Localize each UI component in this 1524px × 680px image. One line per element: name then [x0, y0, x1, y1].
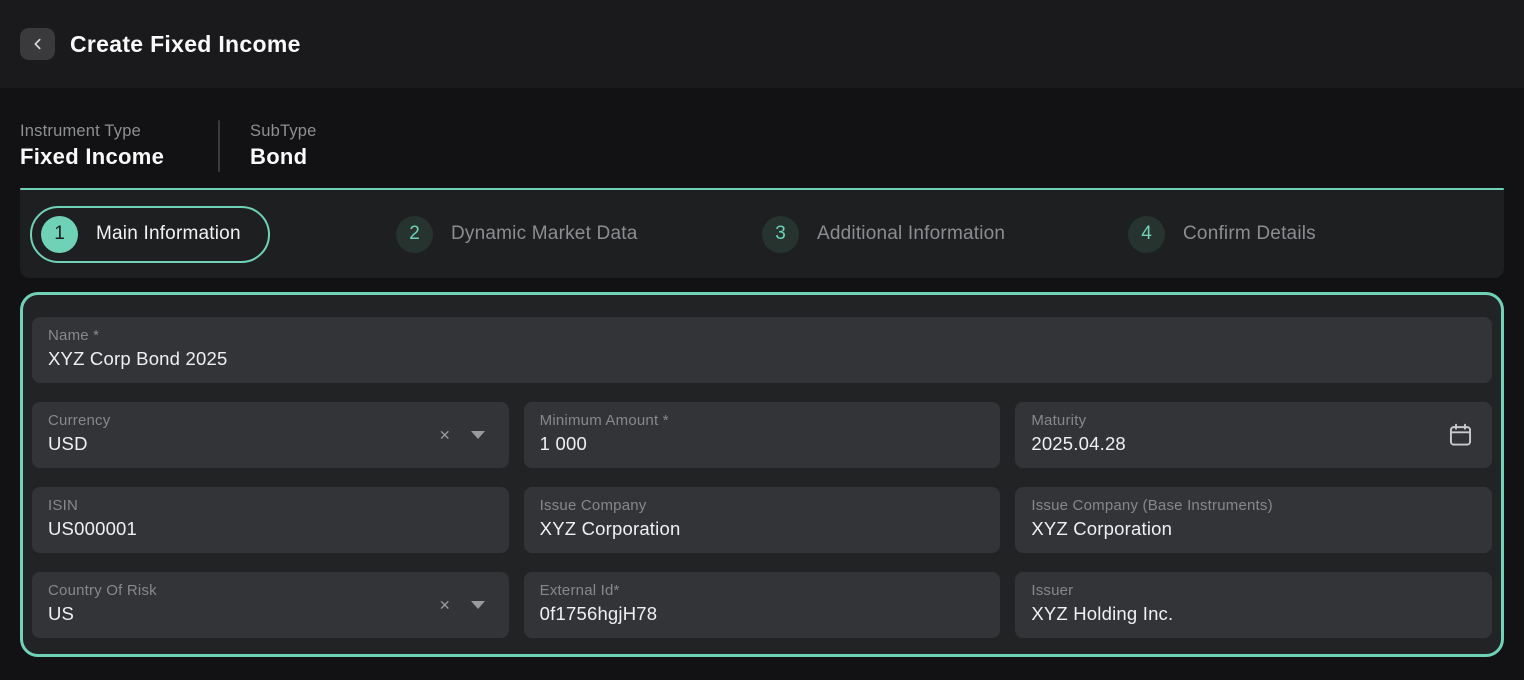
step-confirm-details[interactable]: 4 Confirm Details [1128, 216, 1316, 253]
issue-company-base-field[interactable]: Issue Company (Base Instruments) XYZ Cor… [1015, 487, 1492, 553]
clear-icon[interactable]: ✕ [439, 428, 451, 442]
chevron-down-icon[interactable] [471, 601, 485, 609]
country-of-risk-label: Country Of Risk [48, 582, 493, 599]
vertical-divider [218, 120, 220, 172]
main-information-form: Name * XYZ Corp Bond 2025 Currency USD ✕… [20, 292, 1504, 657]
step-main-information[interactable]: 1 Main Information [30, 206, 270, 263]
issuer-label: Issuer [1031, 582, 1476, 599]
issue-company-base-label: Issue Company (Base Instruments) [1031, 497, 1476, 514]
step-number-badge: 4 [1128, 216, 1165, 253]
clear-icon[interactable]: ✕ [439, 598, 451, 612]
step-number-badge: 1 [41, 216, 78, 253]
back-button[interactable] [20, 28, 55, 60]
currency-label: Currency [48, 412, 493, 429]
subtype-value: Bond [250, 144, 317, 170]
instrument-type-bar: Instrument Type Fixed Income SubType Bon… [0, 88, 1524, 188]
isin-field[interactable]: ISIN US000001 [32, 487, 509, 553]
step-label: Additional Information [817, 223, 1005, 245]
external-id-field[interactable]: External Id* 0f1756hgjH78 [524, 572, 1001, 638]
issuer-value: XYZ Holding Inc. [1031, 603, 1476, 625]
maturity-value: 2025.04.28 [1031, 433, 1476, 455]
subtype: SubType Bond [250, 122, 317, 170]
calendar-icon[interactable] [1447, 422, 1474, 449]
chevron-down-icon[interactable] [471, 431, 485, 439]
step-label: Confirm Details [1183, 223, 1316, 245]
stepper: 1 Main Information 2 Dynamic Market Data… [20, 190, 1504, 278]
header: Create Fixed Income [0, 0, 1524, 88]
step-label: Main Information [96, 223, 241, 245]
name-field-value: XYZ Corp Bond 2025 [48, 348, 1476, 370]
step-dynamic-market-data[interactable]: 2 Dynamic Market Data [396, 216, 637, 253]
isin-value: US000001 [48, 518, 493, 540]
external-id-label: External Id* [540, 582, 985, 599]
minimum-amount-label: Minimum Amount * [540, 412, 985, 429]
minimum-amount-value: 1 000 [540, 433, 985, 455]
step-number-badge: 2 [396, 216, 433, 253]
instrument-type-label: Instrument Type [20, 122, 188, 141]
issue-company-label: Issue Company [540, 497, 985, 514]
isin-label: ISIN [48, 497, 493, 514]
instrument-type-value: Fixed Income [20, 144, 188, 170]
name-field[interactable]: Name * XYZ Corp Bond 2025 [32, 317, 1492, 383]
country-of-risk-value: US [48, 603, 493, 625]
page-title: Create Fixed Income [70, 31, 301, 58]
step-number-badge: 3 [762, 216, 799, 253]
external-id-value: 0f1756hgjH78 [540, 603, 985, 625]
country-of-risk-select[interactable]: Country Of Risk US ✕ [32, 572, 509, 638]
currency-select[interactable]: Currency USD ✕ [32, 402, 509, 468]
issue-company-field[interactable]: Issue Company XYZ Corporation [524, 487, 1001, 553]
minimum-amount-field[interactable]: Minimum Amount * 1 000 [524, 402, 1001, 468]
issue-company-base-value: XYZ Corporation [1031, 518, 1476, 540]
step-label: Dynamic Market Data [451, 223, 637, 245]
chevron-left-icon [30, 36, 46, 52]
issue-company-value: XYZ Corporation [540, 518, 985, 540]
name-field-label: Name * [48, 327, 1476, 344]
currency-value: USD [48, 433, 493, 455]
instrument-type: Instrument Type Fixed Income [20, 122, 188, 170]
issuer-field[interactable]: Issuer XYZ Holding Inc. [1015, 572, 1492, 638]
maturity-date-field[interactable]: Maturity 2025.04.28 [1015, 402, 1492, 468]
maturity-label: Maturity [1031, 412, 1476, 429]
step-additional-information[interactable]: 3 Additional Information [762, 216, 1005, 253]
subtype-label: SubType [250, 122, 317, 141]
